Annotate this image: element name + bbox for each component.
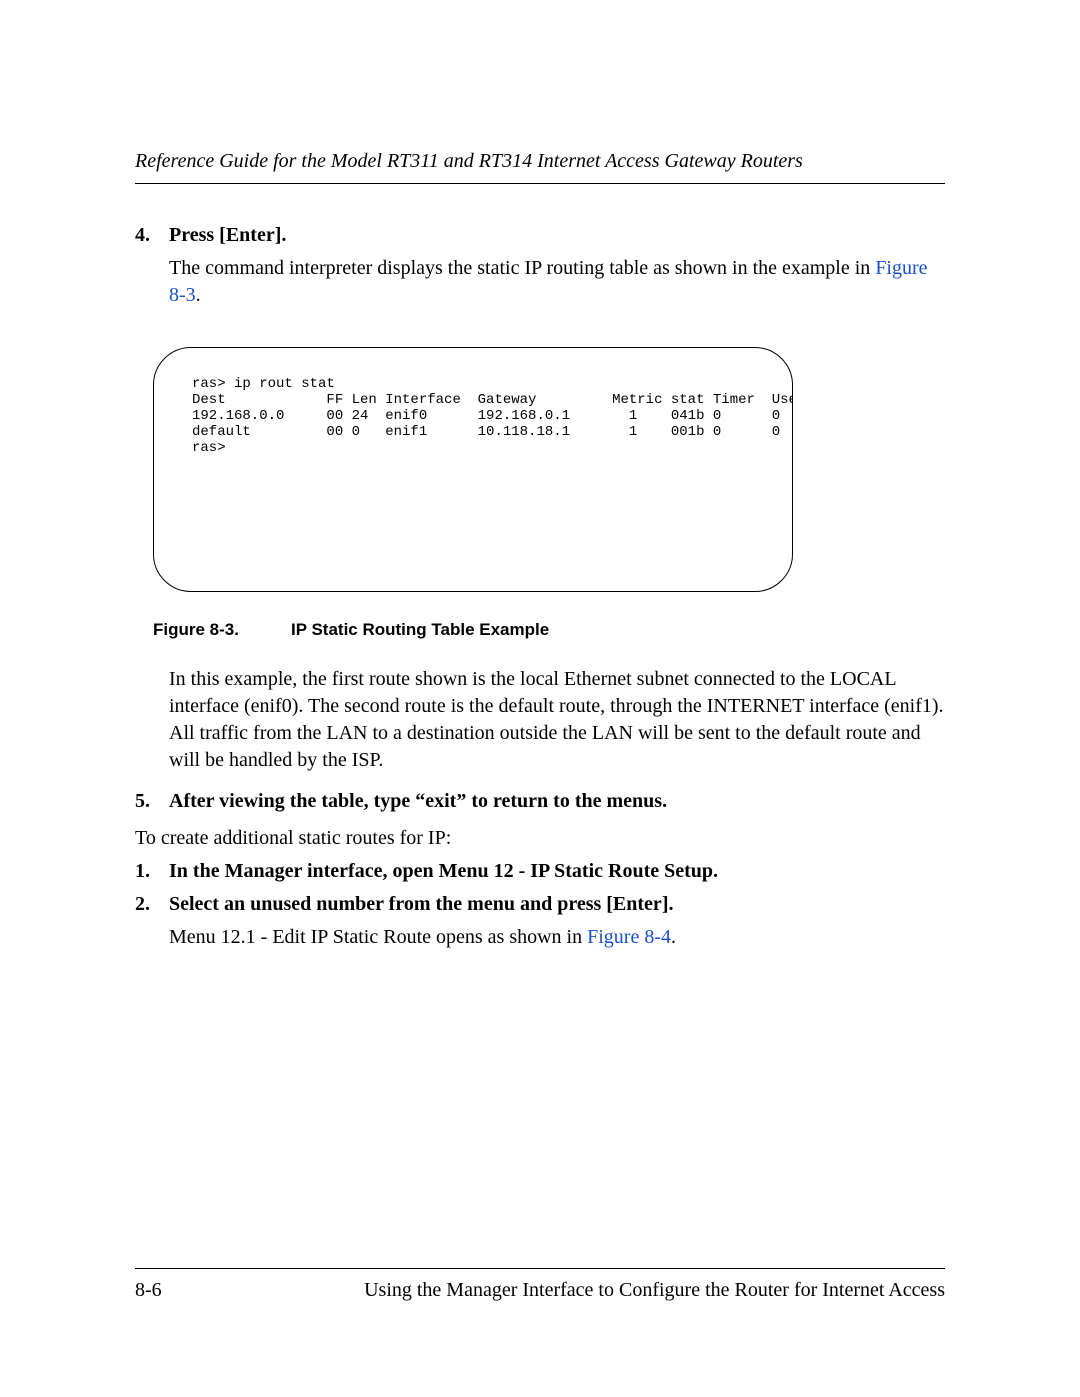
step-4: 4. Press [Enter]. xyxy=(135,224,945,247)
figure-caption: Figure 8-3. IP Static Routing Table Examp… xyxy=(153,620,945,640)
step-4-body: The command interpreter displays the sta… xyxy=(169,255,945,309)
page-number: 8-6 xyxy=(135,1279,162,1302)
step-b1-title: In the Manager interface, open Menu 12 -… xyxy=(169,860,718,883)
step-4-body-after: . xyxy=(196,284,201,306)
figure-label: Figure 8-3. xyxy=(153,620,239,639)
intro-static-routes: To create additional static routes for I… xyxy=(135,827,945,850)
step-b2: 2. Select an unused number from the menu… xyxy=(135,893,945,916)
step-5-title: After viewing the table, type “exit” to … xyxy=(169,790,667,813)
document-page: Reference Guide for the Model RT311 and … xyxy=(0,0,1080,1397)
explanation-paragraph: In this example, the first route shown i… xyxy=(169,666,945,774)
terminal-output: ras> ip rout stat Dest FF Len Interface … xyxy=(153,347,793,592)
figure-8-3: ras> ip rout stat Dest FF Len Interface … xyxy=(153,347,945,592)
page-footer: 8-6 Using the Manager Interface to Confi… xyxy=(135,1268,945,1302)
step-5: 5. After viewing the table, type “exit” … xyxy=(135,790,945,813)
running-header: Reference Guide for the Model RT311 and … xyxy=(135,150,945,184)
step-b2-title: Select an unused number from the menu an… xyxy=(169,893,673,916)
step-5-number: 5. xyxy=(135,790,169,813)
step-b1: 1. In the Manager interface, open Menu 1… xyxy=(135,860,945,883)
step-b1-number: 1. xyxy=(135,860,169,883)
step-4-number: 4. xyxy=(135,224,169,247)
step-b2-number: 2. xyxy=(135,893,169,916)
step-4-title: Press [Enter]. xyxy=(169,224,286,247)
step-4-body-text: The command interpreter displays the sta… xyxy=(169,257,875,279)
step-b2-body-after: . xyxy=(671,926,676,948)
figure-caption-text: IP Static Routing Table Example xyxy=(291,620,549,639)
step-b2-body: Menu 12.1 - Edit IP Static Route opens a… xyxy=(169,924,945,951)
section-title: Using the Manager Interface to Configure… xyxy=(364,1279,945,1302)
figure-8-4-link[interactable]: Figure 8-4 xyxy=(587,926,671,948)
step-b2-body-text: Menu 12.1 - Edit IP Static Route opens a… xyxy=(169,926,587,948)
